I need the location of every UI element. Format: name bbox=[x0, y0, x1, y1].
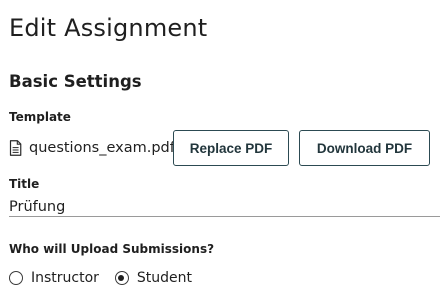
template-file-name: questions_exam.pdf bbox=[29, 140, 175, 156]
template-label: Template bbox=[9, 110, 71, 124]
radio-option-instructor[interactable]: Instructor bbox=[9, 270, 99, 286]
download-pdf-button[interactable]: Download PDF bbox=[299, 130, 430, 166]
radio-label-student: Student bbox=[136, 270, 193, 286]
template-file: questions_exam.pdf bbox=[9, 138, 175, 158]
title-label: Title bbox=[9, 177, 40, 191]
file-icon bbox=[9, 140, 22, 156]
radio-option-student[interactable]: Student bbox=[114, 270, 193, 286]
radio-label-instructor: Instructor bbox=[31, 270, 99, 286]
radio-instructor[interactable] bbox=[9, 271, 23, 285]
title-input[interactable] bbox=[9, 197, 440, 217]
uploader-radio-group: Instructor Student bbox=[9, 268, 208, 288]
uploader-label: Who will Upload Submissions? bbox=[9, 242, 215, 256]
radio-student[interactable] bbox=[114, 271, 129, 285]
replace-pdf-button[interactable]: Replace PDF bbox=[173, 130, 289, 166]
page-title: Edit Assignment bbox=[9, 14, 208, 42]
section-heading-basic-settings: Basic Settings bbox=[9, 72, 142, 91]
